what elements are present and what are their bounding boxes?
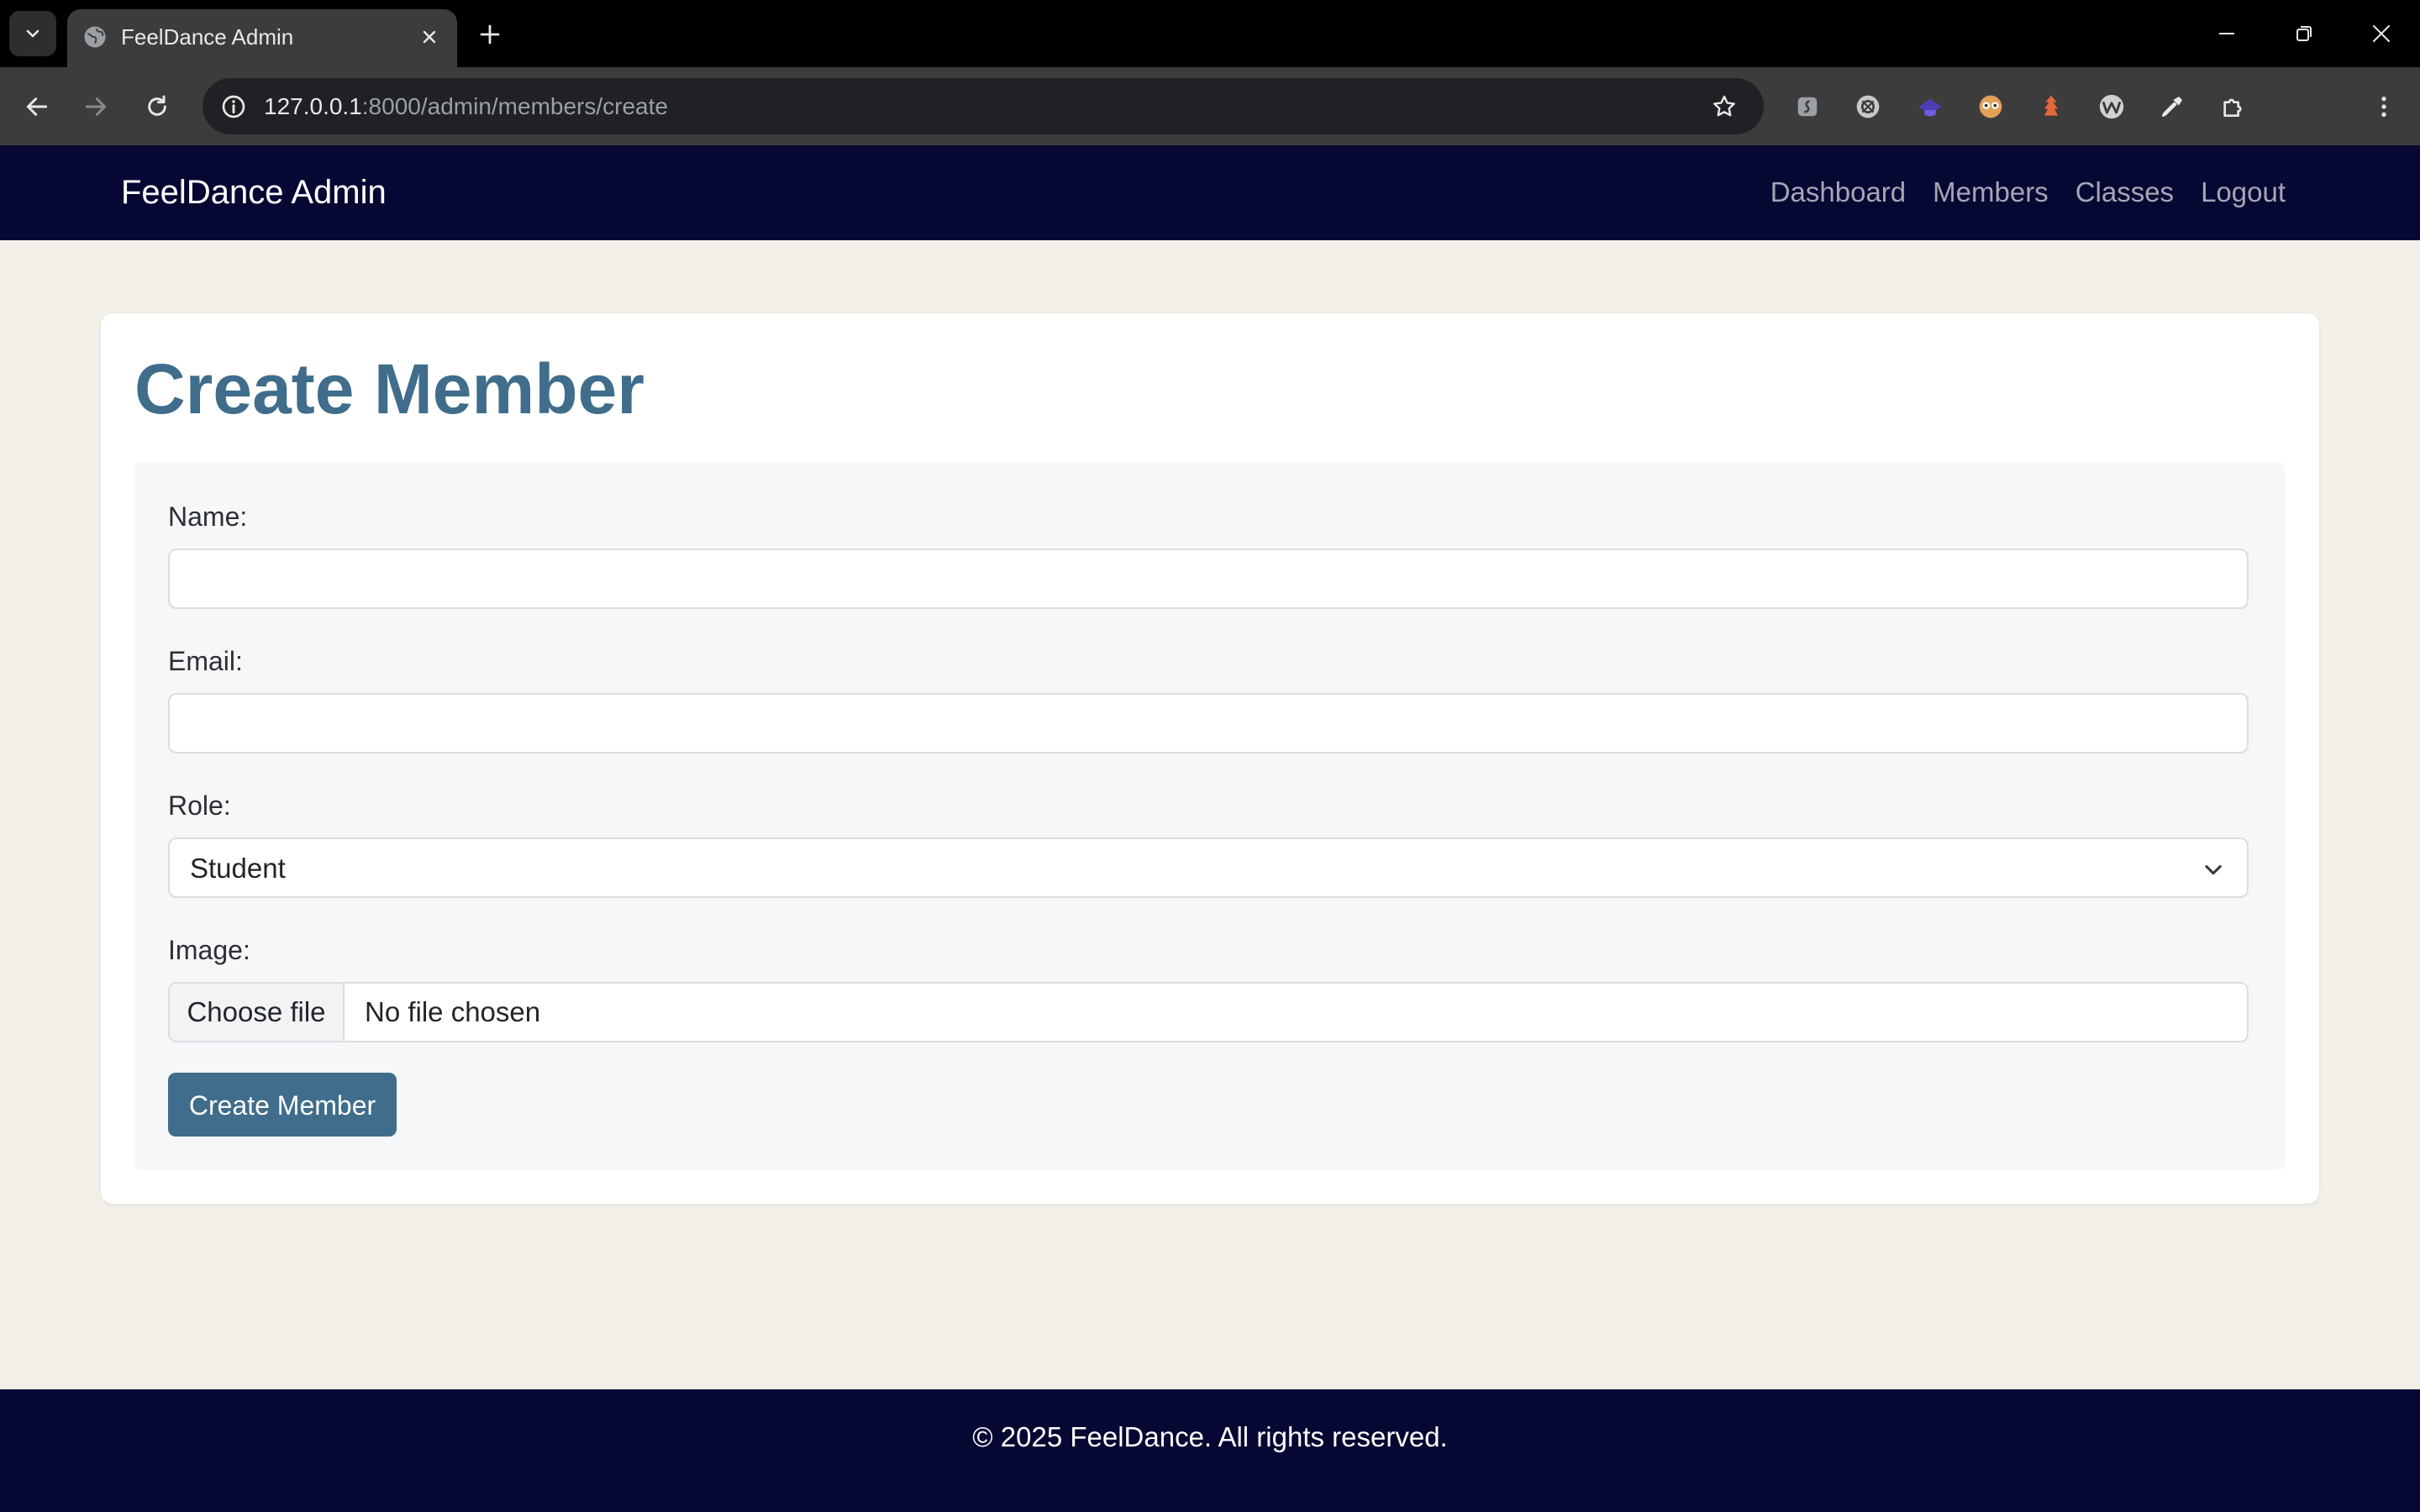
back-icon (26, 97, 48, 116)
restore-button[interactable] (2279, 12, 2329, 55)
forward-icon (85, 97, 107, 116)
close-window-button[interactable] (2356, 12, 2407, 55)
close-icon (2373, 25, 2390, 42)
address-bar[interactable]: 127.0.0.1:8000/admin/members/create (203, 78, 1764, 134)
url-host: 127.0.0.1 (264, 93, 362, 119)
footer-copyright: © 2025 FeelDance. All rights reserved. (972, 1421, 1448, 1452)
browser-tab-strip: FeelDance Admin (0, 0, 2420, 67)
nav-link-logout[interactable]: Logout (2201, 175, 2286, 210)
minimize-icon (2219, 33, 2234, 34)
plus-icon (480, 24, 500, 45)
extension-button-5[interactable] (2030, 86, 2072, 128)
image-label: Image: (168, 935, 250, 965)
tab-list-icon (26, 29, 39, 38)
extension-icon (1979, 95, 2002, 118)
site-footer: © 2025 FeelDance. All rights reserved. (0, 1389, 2420, 1512)
reload-icon (148, 95, 166, 116)
role-select-value: Student (190, 853, 286, 884)
name-label: Name: (168, 501, 248, 532)
url-text: 127.0.0.1:8000/admin/members/create (264, 91, 668, 123)
bookmark-button[interactable] (1705, 87, 1744, 126)
reload-button[interactable] (134, 83, 181, 130)
create-member-form: Name: Email: Role: Student Image: Choose… (134, 462, 2286, 1170)
extension-icon (1856, 95, 1880, 118)
nav-link-dashboard[interactable]: Dashboard (1770, 175, 1906, 210)
role-label: Role: (168, 790, 231, 821)
tab-list-button[interactable] (9, 11, 56, 56)
name-input[interactable] (168, 549, 2249, 609)
extension-icon (1797, 97, 1818, 117)
page-title: Create Member (134, 349, 644, 428)
site-navbar: FeelDance Admin Dashboard Members Classe… (0, 145, 2420, 240)
site-info-button[interactable] (213, 86, 255, 128)
eyedropper-icon (2162, 97, 2182, 117)
choose-file-button[interactable]: Choose file (170, 984, 345, 1041)
restore-icon (2296, 26, 2312, 41)
image-file-input[interactable]: Choose file No file chosen (168, 982, 2249, 1042)
file-status-text: No file chosen (365, 996, 541, 1027)
eyedropper-button[interactable] (2151, 86, 2193, 128)
star-icon (1713, 95, 1735, 117)
extension-icon (2099, 94, 2124, 119)
extension-button-6[interactable] (2091, 86, 2133, 128)
url-path: :8000/admin/members/create (361, 93, 668, 119)
minimize-button[interactable] (2202, 12, 2252, 55)
forward-button[interactable] (72, 83, 119, 130)
nav-link-classes[interactable]: Classes (2075, 175, 2174, 210)
role-select[interactable]: Student (168, 837, 2249, 898)
extension-button-4[interactable] (1970, 86, 2012, 128)
new-tab-button[interactable] (471, 15, 509, 54)
tab-close-button[interactable] (413, 21, 445, 53)
close-icon (423, 30, 436, 44)
extension-button-2[interactable] (1847, 86, 1889, 128)
browser-tab-active[interactable]: FeelDance Admin (67, 9, 457, 67)
puzzle-icon (2223, 98, 2242, 117)
email-input[interactable] (168, 693, 2249, 753)
email-label: Email: (168, 646, 243, 676)
content-card: Create Member Name: Email: Role: Student… (101, 313, 2319, 1204)
tab-title: FeelDance Admin (121, 24, 294, 50)
back-button[interactable] (13, 83, 60, 130)
globe-icon (84, 26, 106, 48)
brand-link[interactable]: FeelDance Admin (121, 172, 387, 213)
extension-icon (1918, 98, 1942, 117)
kebab-menu-icon (2381, 97, 2386, 117)
extension-button-3[interactable] (1909, 86, 1951, 128)
create-member-button[interactable]: Create Member (168, 1073, 397, 1137)
nav-link-members[interactable]: Members (1933, 175, 2049, 210)
site-info-icon (222, 95, 245, 118)
chevron-down-icon (2205, 864, 2222, 875)
nav-links: Dashboard Members Classes Logout (1770, 175, 2286, 210)
extension-icon (2044, 95, 2058, 116)
browser-toolbar: 127.0.0.1:8000/admin/members/create 21 K (0, 67, 2420, 192)
extensions-menu-button[interactable] (2212, 86, 2254, 128)
extension-button-1[interactable] (1786, 86, 1828, 128)
browser-menu-button[interactable] (2363, 86, 2405, 128)
